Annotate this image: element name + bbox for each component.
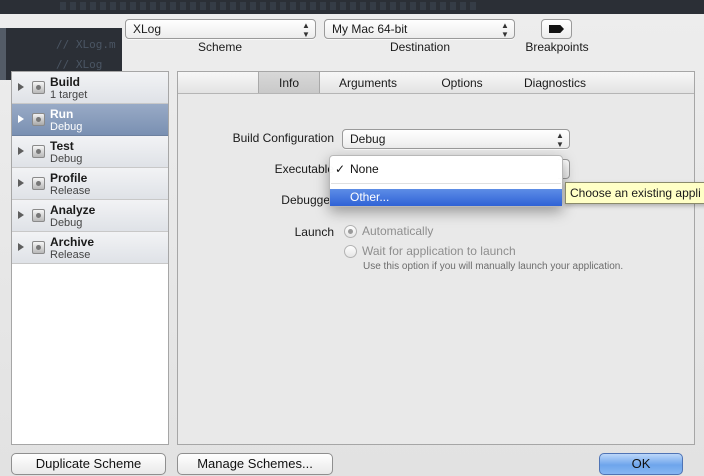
sidebar-item-title: Analyze	[50, 203, 96, 217]
disclosure-triangle-icon[interactable]	[18, 83, 24, 91]
code-line-ghost	[60, 2, 480, 10]
ok-button[interactable]: OK	[599, 453, 683, 475]
scheme-popup[interactable]: XLog ▲ ▼	[125, 19, 316, 39]
executable-label: Executable	[274, 162, 334, 176]
popup-arrows-icon: ▲ ▼	[302, 21, 310, 39]
test-icon	[32, 145, 45, 158]
manage-schemes-button[interactable]: Manage Schemes...	[177, 453, 333, 475]
scheme-value: XLog	[133, 22, 162, 36]
executable-dropdown-menu: ✓ None Other...	[329, 155, 563, 207]
breakpoints-label: Breakpoints	[525, 40, 589, 54]
checkmark-icon: ✓	[335, 162, 346, 176]
scheme-label: Scheme	[197, 40, 243, 54]
tab-arguments[interactable]: Arguments	[328, 72, 408, 93]
disclosure-triangle-icon[interactable]	[18, 179, 24, 187]
archive-icon	[32, 241, 45, 254]
code-line: // XLog	[56, 58, 103, 71]
menu-item-label: Other...	[350, 190, 390, 204]
radio-button[interactable]	[344, 245, 357, 258]
profile-icon	[32, 177, 45, 190]
launch-hint-text: Use this option if you will manually lau…	[363, 261, 624, 272]
sidebar-item-profile[interactable]: Profile Release	[12, 168, 168, 200]
scheme-editor-sheet: // XLog.m // XLog XLog ▲ ▼ My Mac 64-bit …	[0, 14, 704, 476]
settings-tab-bar: Info Arguments Options Diagnostics	[178, 72, 694, 94]
popup-arrows-icon: ▲ ▼	[501, 21, 509, 39]
breakpoints-button[interactable]	[541, 19, 572, 39]
build-icon	[32, 81, 45, 94]
sidebar-item-subtitle: Debug	[50, 121, 83, 133]
radio-label: Wait for application to launch	[362, 244, 516, 258]
destination-label: Destination	[389, 40, 451, 54]
duplicate-scheme-button[interactable]: Duplicate Scheme	[11, 453, 166, 475]
radio-button[interactable]	[344, 225, 357, 238]
sidebar-item-test[interactable]: Test Debug	[12, 136, 168, 168]
code-line: // XLog.m	[56, 38, 116, 51]
menu-item-label: None	[350, 162, 379, 176]
menu-item-none[interactable]: ✓ None	[330, 161, 562, 178]
launch-label: Launch	[294, 225, 334, 239]
debugger-label: Debugger	[281, 193, 334, 207]
disclosure-triangle-icon[interactable]	[18, 243, 24, 251]
tab-diagnostics[interactable]: Diagnostics	[510, 72, 600, 93]
sidebar-item-run[interactable]: Run Debug	[12, 104, 168, 136]
analyze-icon	[32, 209, 45, 222]
background-editor	[0, 0, 704, 14]
editor-gutter	[0, 28, 6, 80]
build-configuration-label: Build Configuration	[232, 131, 334, 145]
sidebar-item-title: Profile	[50, 171, 88, 185]
destination-value: My Mac 64-bit	[332, 22, 408, 36]
build-configuration-popup[interactable]: Debug ▲ ▼	[342, 129, 570, 149]
run-icon	[32, 113, 45, 126]
breakpoint-icon	[549, 25, 564, 33]
sidebar-item-title: Archive	[50, 235, 95, 249]
disclosure-triangle-icon[interactable]	[18, 147, 24, 155]
popup-arrows-icon: ▲ ▼	[556, 131, 564, 149]
sidebar-item-analyze[interactable]: Analyze Debug	[12, 200, 168, 232]
sidebar-item-subtitle: Debug	[50, 153, 83, 165]
run-settings-panel: Info Arguments Options Diagnostics Build…	[177, 71, 695, 445]
sidebar-item-title: Test	[50, 139, 74, 153]
build-configuration-value: Debug	[350, 132, 386, 146]
sidebar-item-title: Run	[50, 107, 74, 121]
scheme-actions-sidebar: Build 1 target Run Debug Test Debug Prof…	[11, 71, 169, 445]
disclosure-triangle-icon[interactable]	[18, 211, 24, 219]
sidebar-item-title: Build	[50, 75, 80, 89]
menu-item-other[interactable]: Other...	[330, 189, 562, 206]
sidebar-item-archive[interactable]: Archive Release	[12, 232, 168, 264]
tooltip: Choose an existing appli	[565, 182, 704, 204]
sidebar-item-subtitle: Release	[50, 185, 91, 197]
radio-label: Automatically	[362, 224, 434, 238]
disclosure-triangle-icon[interactable]	[18, 115, 24, 123]
sidebar-item-subtitle: Release	[50, 249, 91, 261]
sidebar-item-subtitle: 1 target	[50, 89, 88, 101]
tab-info[interactable]: Info	[258, 72, 320, 93]
sidebar-item-subtitle: Debug	[50, 217, 83, 229]
menu-separator	[331, 183, 561, 184]
tab-options[interactable]: Options	[426, 72, 498, 93]
sidebar-item-build[interactable]: Build 1 target	[12, 72, 168, 104]
destination-popup[interactable]: My Mac 64-bit ▲ ▼	[324, 19, 515, 39]
